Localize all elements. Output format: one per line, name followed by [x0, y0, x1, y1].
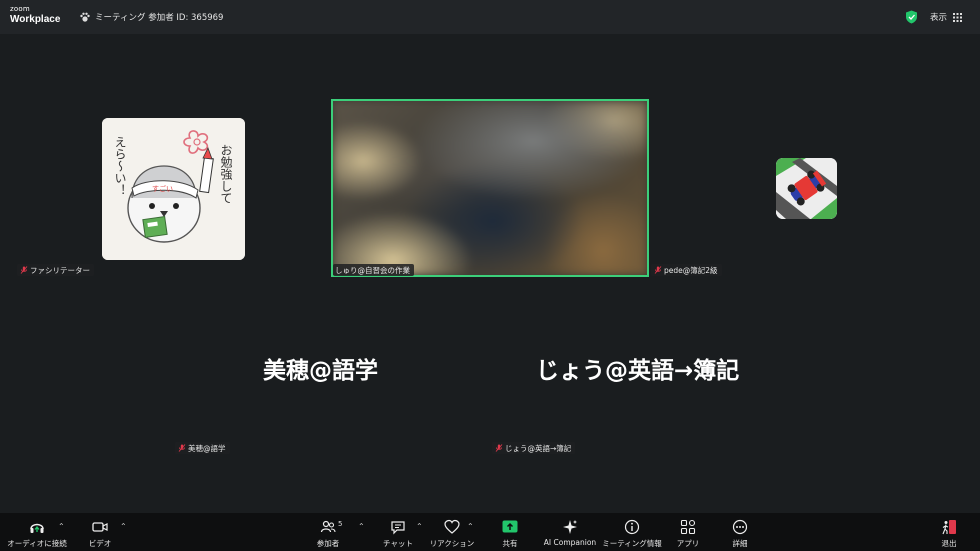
video-camera-icon: [92, 522, 108, 532]
ai-companion-button[interactable]: AI Companion: [542, 513, 598, 551]
mic-muted-icon: [495, 444, 503, 452]
mic-muted-icon: [178, 444, 186, 452]
leave-door-icon: [942, 520, 956, 535]
view-button[interactable]: 表示: [924, 9, 968, 25]
top-bar: zoom Workplace ミーティング 参加者 ID: 365969 表示: [0, 0, 980, 34]
apps-icon: [680, 519, 696, 535]
more-button[interactable]: 詳細: [724, 513, 756, 551]
participants-paw-icon: [80, 12, 90, 22]
video-button[interactable]: ビデオ: [84, 513, 116, 551]
zoom-logo: zoom Workplace: [10, 5, 61, 25]
sparkle-icon: [563, 520, 577, 534]
heart-icon: [444, 519, 460, 534]
headphones-icon: [30, 523, 44, 533]
mic-muted-icon: [20, 266, 28, 274]
participant-tag-miho: 美穂@語学: [175, 442, 230, 454]
vertical-text-1: お勉強して: [219, 144, 233, 204]
participant-tag-pede: pede@簿記2級: [651, 264, 722, 276]
race-car-icon: [776, 158, 837, 219]
meeting-info-toolbar-button[interactable]: ミーティング情報: [602, 513, 662, 551]
active-speaker-video[interactable]: [331, 99, 649, 277]
leave-button[interactable]: 退出: [933, 513, 965, 551]
view-control: 表示: [905, 9, 968, 25]
audio-button[interactable]: オーディオに接続: [6, 513, 68, 551]
participant-tag-jou: じょう@英語→簿記: [492, 442, 576, 454]
grid-view-icon: [953, 12, 962, 22]
meeting-toolbar: オーディオに接続 ⌃ ビデオ ⌃ 参加者 5 ⌃ チャット ⌃ リアクション ⌃…: [0, 513, 980, 551]
security-shield-icon[interactable]: [905, 10, 918, 24]
chat-bubble-icon: [391, 521, 405, 535]
participant-name-miho: 美穂@語学: [263, 358, 378, 384]
meeting-info-text: ミーティング 参加者 ID: 365969: [95, 13, 224, 23]
zoom-meeting-window: zoom Workplace ミーティング 参加者 ID: 365969 表示: [0, 0, 980, 551]
apps-button[interactable]: アプリ: [672, 513, 704, 551]
participants-icon: [320, 520, 336, 533]
reaction-options-caret[interactable]: ⌃: [467, 522, 474, 531]
video-options-caret[interactable]: ⌃: [120, 522, 127, 531]
participant-tag-shuri: しゅり@自習会の作業: [333, 264, 414, 276]
share-screen-icon: [502, 520, 518, 533]
chat-button[interactable]: チャット: [382, 513, 414, 551]
participants-options-caret[interactable]: ⌃: [358, 522, 365, 531]
participant-name-jou: じょう@英語→簿記: [536, 358, 740, 384]
blurred-video-feed: [333, 101, 647, 275]
participant-avatar-racecar[interactable]: [776, 158, 837, 219]
participants-button[interactable]: 参加者: [312, 513, 344, 551]
share-button[interactable]: 共有: [494, 513, 526, 551]
more-dots-icon: [732, 519, 748, 535]
chat-options-caret[interactable]: ⌃: [416, 522, 423, 531]
reaction-button[interactable]: リアクション: [430, 513, 474, 551]
meeting-info-button[interactable]: ミーティング 参加者 ID: 365969: [79, 11, 223, 23]
bird-drawing-icon: すごい お勉強して えら～い！: [102, 118, 245, 260]
participants-count: 5: [338, 520, 343, 528]
mic-muted-icon: [654, 266, 662, 274]
view-label: 表示: [929, 13, 947, 23]
headband-text: すごい: [152, 184, 173, 193]
participant-avatar-drawing[interactable]: すごい お勉強して えら～い！: [102, 118, 245, 260]
info-icon: [624, 519, 640, 535]
audio-options-caret[interactable]: ⌃: [58, 522, 65, 531]
participant-tag-facilitator: ファシリテーター: [17, 264, 94, 276]
vertical-text-2: えら～い！: [113, 136, 127, 196]
